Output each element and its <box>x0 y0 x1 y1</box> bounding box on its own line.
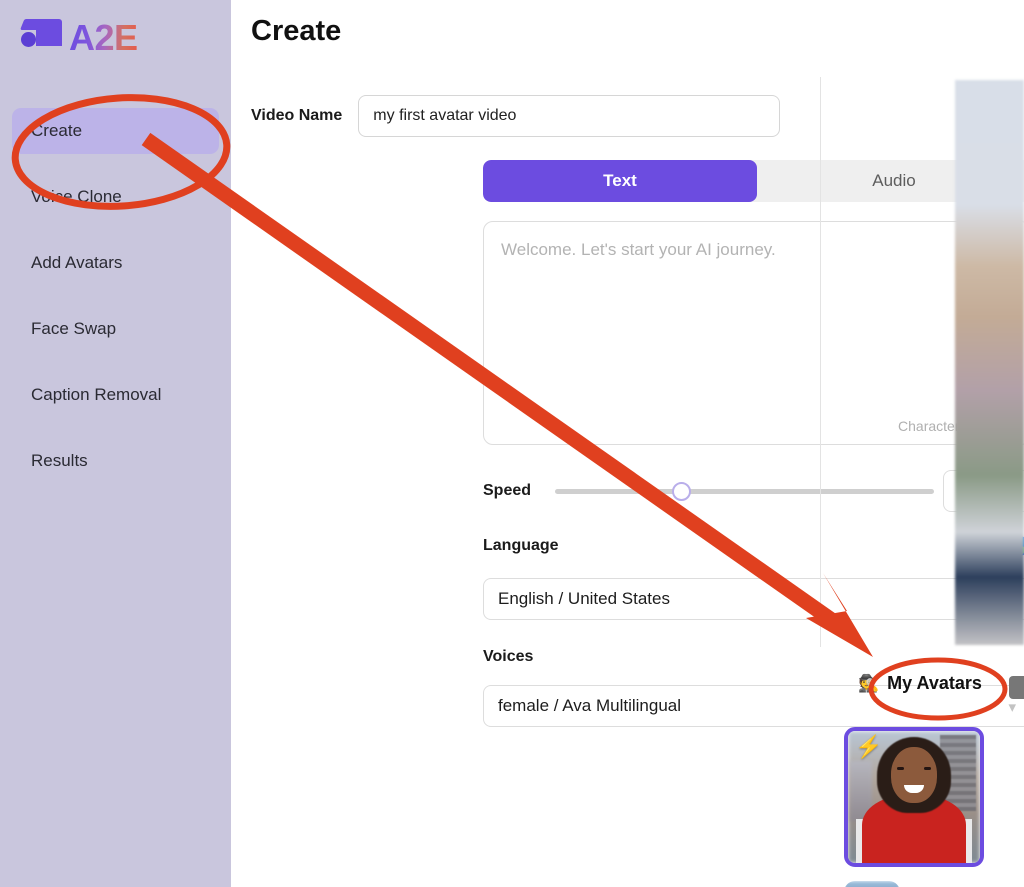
sidebar-item-label: Create <box>31 121 83 140</box>
my-avatars-header: 🕵 My Avatars <box>858 673 982 694</box>
language-select[interactable]: English / United States ▾ <box>483 578 1024 620</box>
sidebar-item-create[interactable]: Create <box>12 108 219 154</box>
brand-logo[interactable]: A2E <box>20 17 138 59</box>
speed-slider[interactable] <box>555 470 934 512</box>
my-avatars-title: My Avatars <box>887 673 982 693</box>
app-root: A2E Create Voice Clone Add Avatars Face … <box>0 0 1024 887</box>
sidebar-item-label: Caption Removal <box>31 385 162 404</box>
sidebar-item-add-avatars[interactable]: Add Avatars <box>12 240 219 286</box>
sidebar-item-label: Voice Clone <box>31 187 122 206</box>
tab-text[interactable]: Text <box>483 160 757 202</box>
sidebar-item-face-swap[interactable]: Face Swap <box>12 306 219 352</box>
video-name-label: Video Name <box>251 107 343 124</box>
sidebar-item-caption-removal[interactable]: Caption Removal <box>12 372 219 418</box>
language-selected-value: English / United States <box>498 589 670 608</box>
avatars-side-tab[interactable] <box>1009 676 1024 699</box>
chevron-down-icon: ▾ <box>1008 699 1016 716</box>
panel-divider <box>820 77 821 647</box>
script-textarea[interactable]: Welcome. Let's start your AI journey. Ch… <box>483 221 1024 445</box>
video-name-input[interactable] <box>358 95 781 137</box>
speed-row: Speed 1.00 <box>483 470 1024 512</box>
input-mode-tabs: Text Audio <box>483 160 1024 202</box>
video-preview-image <box>955 80 1024 645</box>
avatar-card-second[interactable] <box>844 881 900 887</box>
script-placeholder: Welcome. Let's start your AI journey. <box>501 240 776 259</box>
sidebar: A2E Create Voice Clone Add Avatars Face … <box>0 0 231 887</box>
sidebar-nav: Create Voice Clone Add Avatars Face Swap… <box>0 108 231 504</box>
speed-slider-track[interactable] <box>555 489 934 494</box>
voices-selected-value: female / Ava Multilingual <box>498 696 682 715</box>
sidebar-item-results[interactable]: Results <box>12 438 219 484</box>
voices-label: Voices <box>483 648 534 665</box>
avatar-card-woman-red-dress[interactable]: ⚡ <box>844 727 984 867</box>
speed-slider-thumb[interactable] <box>672 482 691 501</box>
sidebar-item-voice-clone[interactable]: Voice Clone <box>12 174 219 220</box>
page-title: Create <box>251 15 342 47</box>
avatar-grid: ⚡ <box>844 727 1024 887</box>
sidebar-item-label: Results <box>31 451 88 470</box>
main-content: Create Video Name Text Audio Welcome. Le… <box>231 0 1024 887</box>
lightning-bolt-icon: ⚡ <box>855 734 883 759</box>
sidebar-item-label: Face Swap <box>31 319 117 338</box>
brand-logo-text: A2E <box>69 17 138 58</box>
language-label: Language <box>483 537 559 554</box>
a2e-logo-mark-icon <box>20 17 62 59</box>
people-icon: 🕵 <box>858 674 880 693</box>
video-name-row: Video Name <box>251 95 781 137</box>
language-header: Language Auto 🌎 <box>483 537 1024 555</box>
sidebar-item-label: Add Avatars <box>31 253 123 272</box>
speed-label: Speed <box>483 482 532 499</box>
